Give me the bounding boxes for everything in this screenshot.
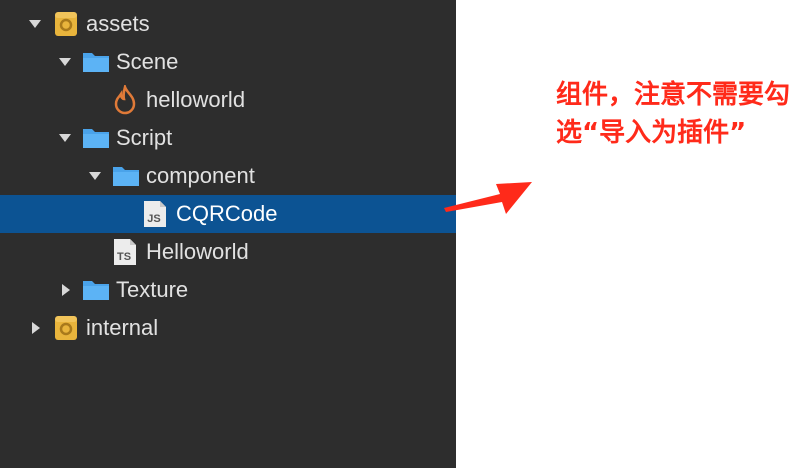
database-icon	[55, 12, 77, 36]
tree-item-assets[interactable]: assets	[0, 5, 456, 43]
tree-item-label: assets	[86, 11, 150, 36]
tree-item-label: Script	[116, 125, 173, 150]
tree-item-helloworld-script[interactable]: TS Helloworld	[0, 233, 456, 271]
tree-item-label: component	[146, 163, 255, 188]
tree-item-label: Scene	[116, 49, 179, 74]
tree-item-label: Helloworld	[146, 239, 249, 264]
chevron-right-icon[interactable]	[32, 322, 40, 334]
folder-icon	[113, 167, 139, 186]
tree-item-scene[interactable]: Scene	[0, 43, 456, 81]
file-badge: JS	[147, 213, 160, 225]
folder-icon	[83, 281, 109, 300]
chevron-down-icon[interactable]	[59, 58, 71, 66]
tree-item-cqrcode[interactable]: JS CQRCode	[0, 195, 456, 233]
js-file-icon: JS	[144, 201, 166, 227]
folder-icon	[83, 129, 109, 148]
pointer-arrow-icon	[444, 182, 532, 214]
database-icon	[55, 316, 77, 340]
chevron-down-icon[interactable]	[29, 20, 41, 28]
annotation-note: 组件，注意不需要勾选“导入为插件”	[556, 80, 791, 148]
file-badge: TS	[117, 251, 131, 263]
tree-item-internal[interactable]: internal	[0, 309, 456, 347]
tree-item-component[interactable]: component	[0, 157, 456, 195]
tree-item-label: helloworld	[146, 87, 246, 112]
chevron-down-icon[interactable]	[59, 134, 71, 142]
chevron-right-icon[interactable]	[62, 284, 70, 296]
folder-icon	[83, 53, 109, 72]
tree-item-helloworld-scene[interactable]: helloworld	[0, 81, 456, 119]
tree-item-texture[interactable]: Texture	[0, 271, 456, 309]
chevron-down-icon[interactable]	[89, 172, 101, 180]
tree-item-label: CQRCode	[176, 201, 278, 226]
ts-file-icon: TS	[114, 239, 136, 265]
tree-item-script[interactable]: Script	[0, 119, 456, 157]
tree-item-label: internal	[86, 315, 159, 340]
asset-tree-panel: assets Scene helloworld Script component	[0, 0, 456, 468]
tree-item-label: Texture	[116, 277, 189, 302]
fire-scene-icon	[114, 85, 136, 115]
